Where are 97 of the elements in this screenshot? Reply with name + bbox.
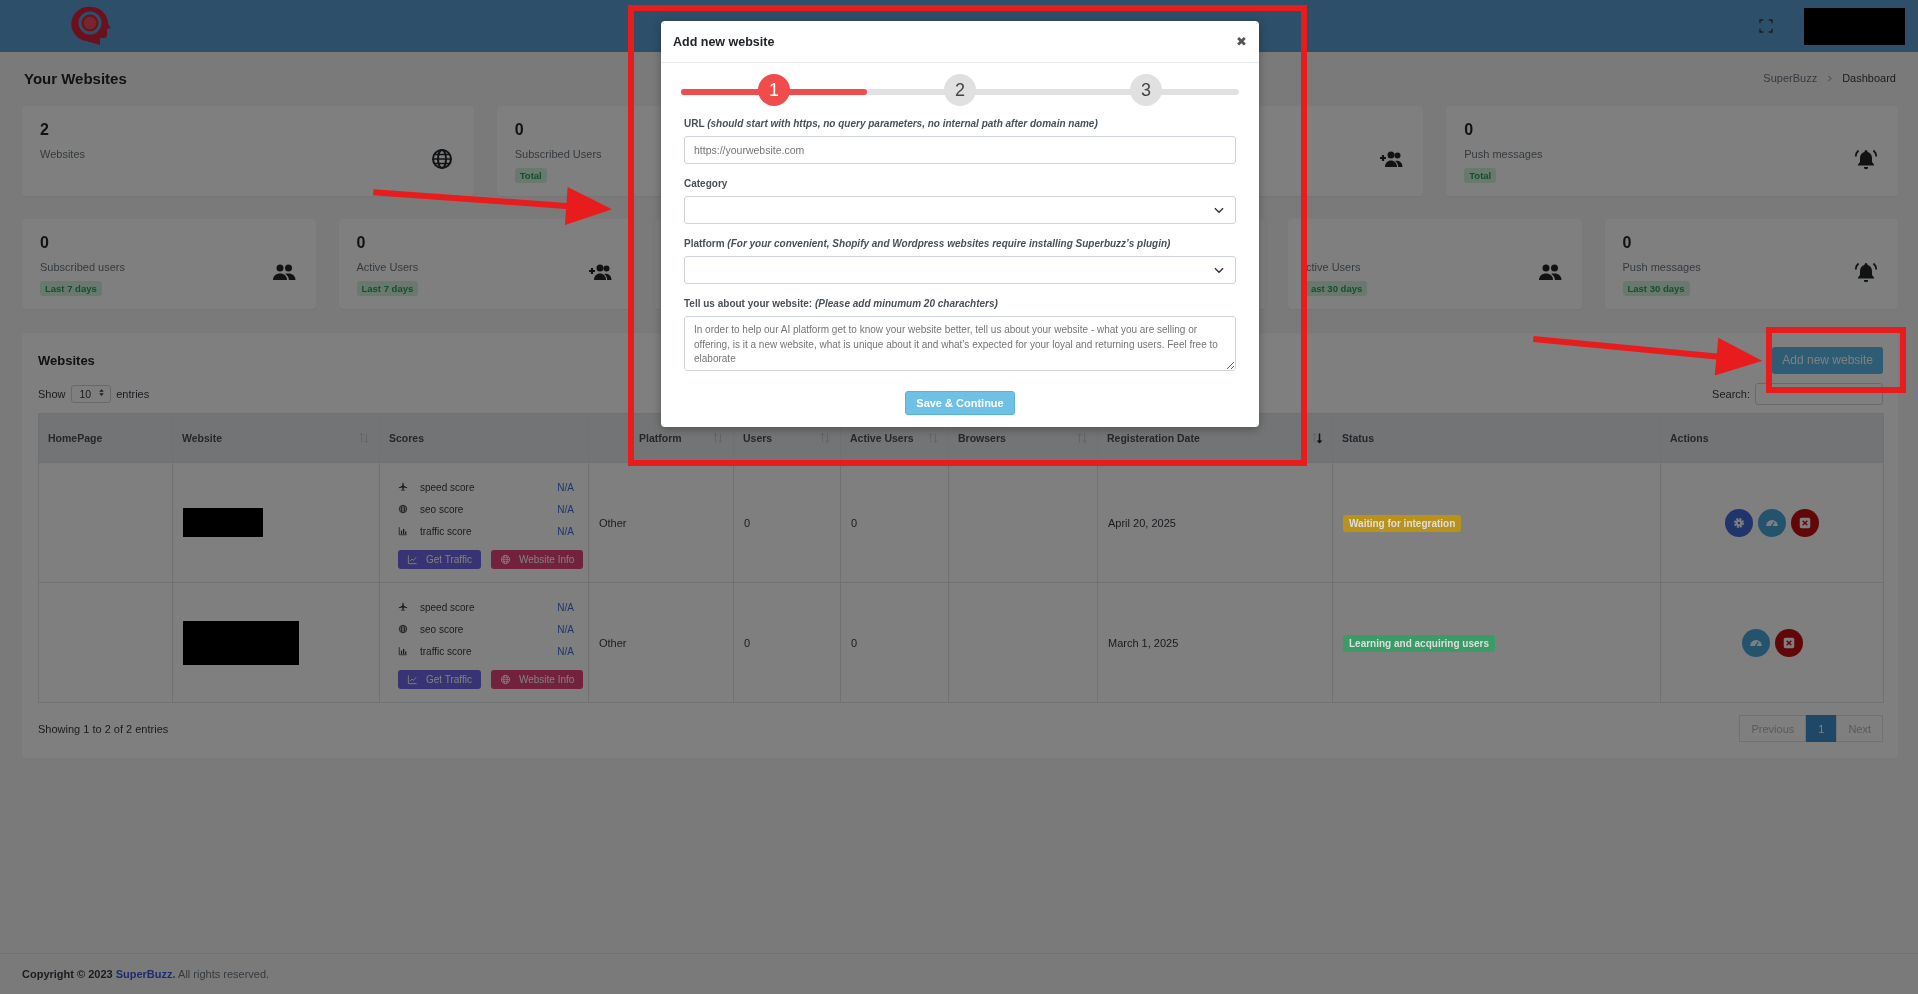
globe-icon xyxy=(398,624,408,634)
delete-button[interactable] xyxy=(1791,508,1819,537)
superbuzz-link[interactable]: SuperBuzz. xyxy=(115,968,176,980)
website-info-button[interactable]: Website Info xyxy=(490,550,584,569)
stat-value: 0 xyxy=(1622,234,1632,253)
globe-icon xyxy=(499,554,511,565)
gauge-button[interactable] xyxy=(1741,628,1770,657)
globe-icon xyxy=(398,504,408,514)
column-header: Scores xyxy=(379,413,589,463)
period-badge: Last 30 days xyxy=(1622,281,1690,296)
fullscreen-icon[interactable] xyxy=(1758,18,1774,34)
step-marker: 1 xyxy=(758,74,790,106)
panel-title: Websites xyxy=(38,352,95,368)
stat-label: Websites xyxy=(40,148,86,160)
stat-label: Subscribed Users xyxy=(514,148,602,160)
globe-icon xyxy=(499,674,511,685)
period-badge: Last 7 days xyxy=(40,281,102,296)
chevron-right-icon xyxy=(1825,73,1835,83)
stat-label: Subscribed users xyxy=(40,261,125,273)
status-badge: Learning and acquiring users xyxy=(1343,634,1496,652)
score-label: speed score xyxy=(420,481,476,493)
stat-label: Active Users xyxy=(356,261,419,273)
period-badge: ast 30 days xyxy=(1306,281,1368,296)
stat-value: 0 xyxy=(1464,121,1474,140)
line-chart-icon xyxy=(407,554,418,565)
stat-label: ctive Users xyxy=(1306,261,1361,273)
settings-button[interactable] xyxy=(1725,508,1753,537)
column-header[interactable]: Website xyxy=(172,413,380,463)
score-label: traffic score xyxy=(420,645,473,657)
score-value: N/A xyxy=(557,645,574,657)
table-cell: Other xyxy=(588,582,734,703)
field-label: Platform (For your convenient, Shopify and Wordpress websites require installing Superbuzz’s plugin) xyxy=(684,238,1172,249)
pagination-button[interactable]: 1 xyxy=(1806,715,1837,742)
copyright-text: Copyright © 2023 SuperBuzz. All rights reserved. xyxy=(22,968,270,980)
score-value: N/A xyxy=(557,601,574,613)
breadcrumb-link[interactable]: SuperBuzz xyxy=(1763,72,1818,84)
score-value: N/A xyxy=(557,623,574,635)
bar-chart-icon xyxy=(398,526,408,536)
close-button[interactable]: ✖ xyxy=(1236,34,1247,49)
score-label: traffic score xyxy=(420,525,473,537)
plane-icon xyxy=(398,602,408,612)
score-label: seo score xyxy=(420,623,465,635)
table-cell: March 1, 2025 xyxy=(1097,582,1333,703)
score-value: N/A xyxy=(557,481,574,493)
save-continue-button[interactable]: Save & Continue xyxy=(905,391,1015,415)
gauge-button[interactable] xyxy=(1758,508,1786,537)
gear-icon xyxy=(1732,515,1746,530)
search-label: Search: xyxy=(1712,388,1750,400)
column-header: Status xyxy=(1332,413,1661,463)
period-badge: Total xyxy=(1464,168,1497,183)
description-field[interactable]: In order to help our AI platform get to know your website better, tell us about your website - what you are selling or offering, is it a new website, what is unique about it and what’s expected for your loyal and returning users. Feel free to elaborate xyxy=(684,316,1236,371)
status-badge: Waiting for integration xyxy=(1343,514,1462,532)
column-header: HomePage xyxy=(38,413,173,463)
entries-label: entries xyxy=(116,388,150,400)
field-label: Tell us about your website: (Please add minumum 20 charachters) xyxy=(684,298,999,309)
stat-value: 0 xyxy=(40,234,49,253)
delete-button[interactable] xyxy=(1774,628,1803,657)
line-chart-icon xyxy=(407,674,418,685)
add-website-button[interactable]: Add new website xyxy=(1772,346,1883,374)
table-cell: 0 xyxy=(840,582,949,703)
field-label: URL (should start with https, no query parameters, no internal path after domain name) xyxy=(684,118,1099,129)
period-badge: Total xyxy=(514,168,547,183)
stat-value: 0 xyxy=(356,234,366,253)
period-badge: Last 7 days xyxy=(356,281,419,296)
get-traffic-button[interactable]: Get Traffic xyxy=(398,550,481,569)
page-title: Your Websites xyxy=(24,69,127,87)
score-value: N/A xyxy=(557,503,574,515)
bar-chart-icon xyxy=(398,646,408,656)
score-label: speed score xyxy=(420,601,476,613)
get-traffic-button[interactable]: Get Traffic xyxy=(398,670,481,689)
globe-icon xyxy=(429,146,454,171)
entries-summary: Showing 1 to 2 of 2 entries xyxy=(38,722,169,735)
stat-value: 2 xyxy=(40,121,49,140)
logo[interactable] xyxy=(70,5,112,47)
step-marker: 3 xyxy=(1130,74,1162,106)
table-cell: April 20, 2025 xyxy=(1097,462,1333,583)
page-size-select[interactable]: 10 xyxy=(70,385,112,403)
score-label: seo score xyxy=(420,503,465,515)
stat-label: Push messages xyxy=(1622,261,1701,273)
modal-title: Add new website xyxy=(673,34,775,49)
updown-arrows-icon xyxy=(97,388,107,397)
show-label: Show xyxy=(38,388,66,400)
close-icon xyxy=(1798,515,1812,530)
score-value: N/A xyxy=(557,525,574,537)
breadcrumb-link[interactable]: Dashboard xyxy=(1842,72,1896,84)
stat-label: Push messages xyxy=(1464,148,1543,160)
table-cell: 0 xyxy=(733,582,841,703)
url-field[interactable]: https://yourwebsite.com xyxy=(684,136,1236,164)
plane-icon xyxy=(398,482,408,492)
dropdown-field[interactable] xyxy=(684,196,1236,224)
column-header: Actions xyxy=(1660,413,1884,463)
step-marker: 2 xyxy=(944,74,976,106)
stat-value: 0 xyxy=(514,121,524,140)
dropdown-field[interactable] xyxy=(684,256,1236,284)
website-info-button[interactable]: Website Info xyxy=(490,670,584,689)
field-label: Category xyxy=(684,178,729,189)
close-icon xyxy=(1781,635,1796,650)
